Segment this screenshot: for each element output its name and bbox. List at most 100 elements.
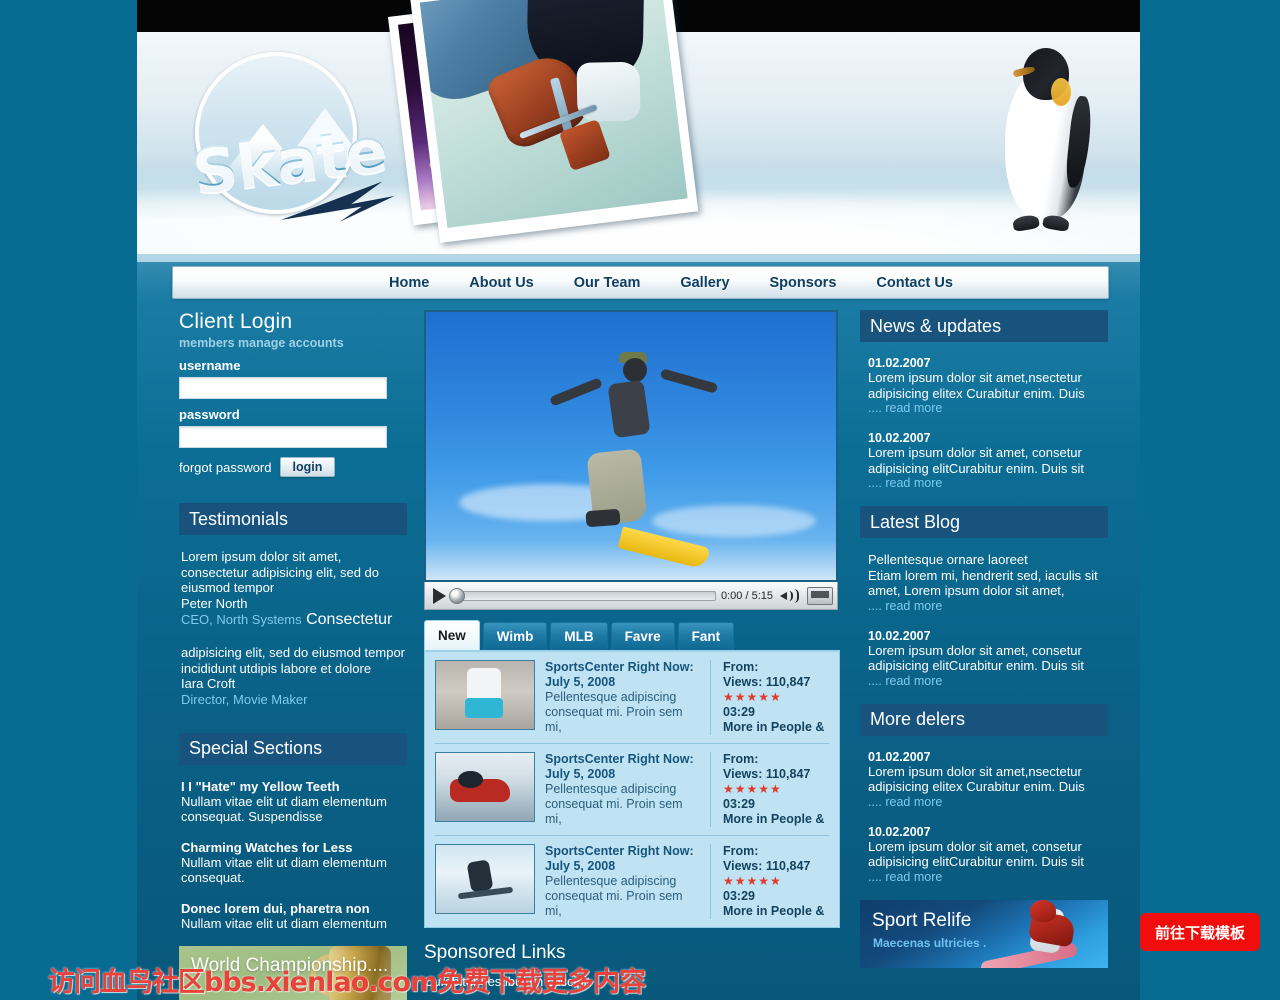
list-item-description: Pellentesque adipiscing consequat mi. Pr… — [545, 874, 683, 918]
password-label: password — [179, 407, 240, 422]
page-root: Skate Skate — [0, 0, 1280, 1000]
nav-item-our-team[interactable]: Our Team — [554, 275, 661, 291]
special-item-text: Nullam vitae elit ut diam elementum — [181, 915, 387, 931]
special-sections-body: I I "Hate" my Yellow Teeth Nullam vitae … — [179, 765, 407, 932]
list-item-title[interactable]: SportsCenter Right Now: July 5, 2008 — [545, 844, 700, 874]
video-scrubber[interactable] — [449, 587, 716, 604]
nav-item-contact-us[interactable]: Contact Us — [856, 275, 973, 291]
testimonial-role-tail: Consectetur — [306, 611, 393, 628]
list-item-main: SportsCenter Right Now: July 5, 2008 Pel… — [535, 844, 711, 919]
special-item[interactable]: Donec lorem dui, pharetra non Nullam vit… — [181, 901, 405, 932]
scrubber-knob[interactable] — [449, 587, 465, 604]
list-item-category[interactable]: More in People & — [723, 904, 829, 919]
special-item-title: I I "Hate" my Yellow Teeth — [181, 778, 340, 794]
testimonial-role-link[interactable]: Director, Movie Maker — [181, 692, 405, 707]
list-item[interactable]: SportsCenter Right Now: July 5, 2008 Pel… — [435, 744, 829, 836]
special-item-title: Charming Watches for Less — [181, 839, 353, 855]
delers-item-text: Lorem ipsum dolor sit amet, consetur adi… — [868, 838, 1085, 870]
delers-item-date: 10.02.2007 — [868, 824, 931, 839]
blog-heading: Latest Blog — [860, 506, 1108, 538]
list-item-from: From: — [723, 660, 759, 674]
forgot-password-link[interactable]: forgot password — [179, 460, 272, 475]
news-item-read-more[interactable]: .... read more — [868, 401, 1100, 415]
list-item-category[interactable]: More in People & — [723, 812, 829, 827]
list-item-main: SportsCenter Right Now: July 5, 2008 Pel… — [535, 752, 711, 827]
tab-mlb[interactable]: MLB — [550, 622, 608, 650]
tab-new[interactable]: New — [424, 620, 480, 650]
video-player-stage[interactable] — [424, 310, 838, 582]
site-wrapper: Skate Skate — [137, 0, 1140, 1000]
nav-item-home[interactable]: Home — [369, 275, 449, 291]
testimonial-author: Iara Croft — [181, 676, 236, 691]
nav-item-about-us[interactable]: About Us — [449, 275, 553, 291]
snowboarder-head-icon — [1030, 899, 1056, 922]
rating-stars-icon: ★★★★★ — [723, 782, 782, 796]
list-item-thumbnail[interactable] — [435, 660, 535, 730]
delers-item: 10.02.2007 Lorem ipsum dolor sit amet, c… — [868, 825, 1100, 884]
nav-item-gallery[interactable]: Gallery — [660, 275, 749, 291]
play-icon[interactable] — [433, 587, 446, 604]
list-item[interactable]: SportsCenter Right Now: July 5, 2008 Pel… — [435, 836, 829, 927]
list-item[interactable]: SportsCenter Right Now: July 5, 2008 Pel… — [435, 652, 829, 744]
fullscreen-icon[interactable] — [807, 586, 833, 605]
list-item-main: SportsCenter Right Now: July 5, 2008 Pel… — [535, 660, 711, 735]
sport-relife-title: Sport Relife — [872, 909, 972, 931]
testimonial-text: Lorem ipsum dolor sit amet, consectetur … — [181, 549, 380, 595]
list-item-thumbnail[interactable] — [435, 844, 535, 914]
rating-stars-icon: ★★★★★ — [723, 690, 782, 704]
news-item: 01.02.2007 Lorem ipsum dolor sit amet,ns… — [868, 356, 1100, 415]
blog-item-read-more[interactable]: .... read more — [868, 674, 1100, 688]
list-item-meta: From: Views: 110,847 ★★★★★ 03:29 More in… — [711, 752, 829, 827]
login-button[interactable]: login — [279, 457, 336, 477]
blog-item-date: 10.02.2007 — [868, 628, 931, 643]
video-controls-bar: 0:00 / 5:15 — [424, 582, 838, 610]
list-item-title[interactable]: SportsCenter Right Now: July 5, 2008 — [545, 660, 700, 690]
news-item-read-more[interactable]: .... read more — [868, 476, 1100, 490]
watermark-text: 访问血鸟社区bbs.xienlao.com免费下载更多内容 — [48, 967, 646, 998]
nav-item-sponsors[interactable]: Sponsors — [750, 275, 857, 291]
testimonial-role-row: CEO, North Systems Consectetur — [181, 611, 405, 629]
blog-item-read-more[interactable]: .... read more — [868, 599, 1100, 613]
rating-stars-icon: ★★★★★ — [723, 874, 782, 888]
delers-item-text: Lorem ipsum dolor sit amet,nsectetur adi… — [868, 763, 1085, 795]
list-item-views: Views: 110,847 — [723, 675, 811, 689]
list-item-duration: 03:29 — [723, 889, 755, 903]
special-item[interactable]: Charming Watches for Less Nullam vitae e… — [181, 840, 405, 886]
list-item-thumbnail[interactable] — [435, 752, 535, 822]
news-item-text: Lorem ipsum dolor sit amet, consetur adi… — [868, 445, 1085, 476]
sport-relife-banner[interactable]: Sport Relife Maecenas ultricies . — [860, 899, 1108, 968]
tab-wimb[interactable]: Wimb — [482, 622, 548, 650]
sport-relife-subtitle: Maecenas ultricies . — [873, 935, 987, 950]
download-template-button[interactable]: 前往下载模板 — [1140, 913, 1260, 951]
left-sidebar: Client Login members manage accounts use… — [179, 310, 407, 1000]
main-navigation: Home About Us Our Team Gallery Sponsors … — [172, 266, 1109, 299]
site-logo[interactable]: Skate Skate — [177, 52, 402, 222]
list-item-category[interactable]: More in People & — [723, 720, 829, 735]
right-sidebar: News & updates 01.02.2007 Lorem ipsum do… — [860, 310, 1108, 968]
testimonial-role-link[interactable]: CEO, North Systems — [181, 612, 302, 627]
video-time-display: 0:00 / 5:15 — [721, 589, 773, 602]
special-item[interactable]: I I "Hate" my Yellow Teeth Nullam vitae … — [181, 779, 405, 825]
video-poster-image — [426, 312, 836, 580]
list-item-duration: 03:29 — [723, 797, 755, 811]
username-input[interactable] — [179, 377, 387, 399]
tab-fant[interactable]: Fant — [677, 622, 735, 650]
delers-item: 01.02.2007 Lorem ipsum dolor sit amet,ns… — [868, 750, 1100, 809]
list-item-views: Views: 110,847 — [723, 767, 811, 781]
delers-item-read-more[interactable]: .... read more — [868, 870, 1100, 884]
list-item-title[interactable]: SportsCenter Right Now: July 5, 2008 — [545, 752, 700, 782]
password-input[interactable] — [179, 426, 387, 448]
blog-item: 10.02.2007 Lorem ipsum dolor sit amet, c… — [868, 629, 1100, 688]
list-item-description: Pellentesque adipiscing consequat mi. Pr… — [545, 690, 683, 734]
special-item-title: Donec lorem dui, pharetra non — [181, 900, 370, 916]
special-sections-heading: Special Sections — [179, 732, 407, 765]
list-item-meta: From: Views: 110,847 ★★★★★ 03:29 More in… — [711, 660, 829, 735]
login-title: Client Login — [179, 310, 293, 333]
list-item-from: From: — [723, 752, 759, 766]
blog-item-text: Etiam lorem mi, hendrerit sed, iaculis s… — [868, 567, 1098, 599]
testimonials-body: Lorem ipsum dolor sit amet, consectetur … — [179, 535, 407, 707]
delers-item-read-more[interactable]: .... read more — [868, 795, 1100, 809]
hero-photo-ice-skates — [409, 0, 699, 243]
tab-favre[interactable]: Favre — [610, 622, 675, 650]
volume-icon[interactable] — [778, 588, 802, 604]
